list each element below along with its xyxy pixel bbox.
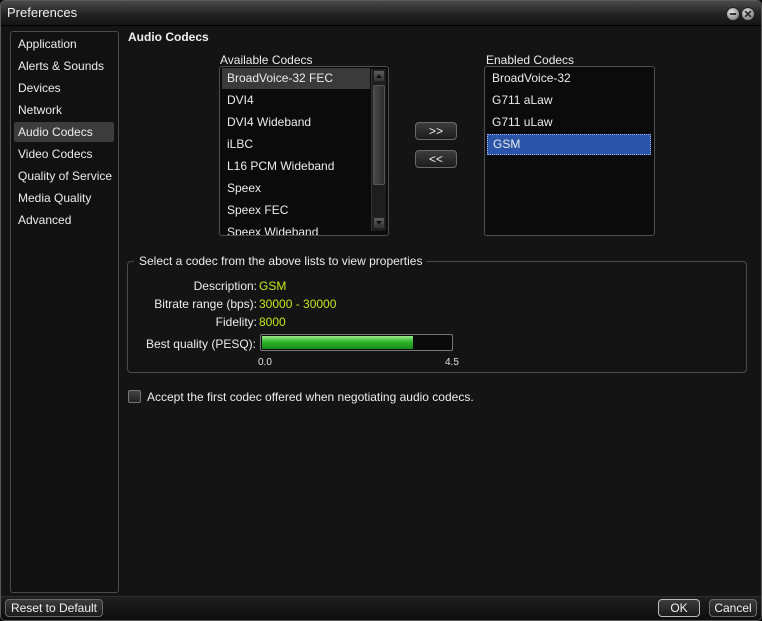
sidebar-item-advanced[interactable]: Advanced	[14, 210, 114, 230]
quality-progress-bar	[260, 334, 453, 351]
list-item[interactable]: G711 uLaw	[487, 112, 651, 133]
close-icon[interactable]	[741, 7, 755, 21]
list-item[interactable]: G711 aLaw	[487, 90, 651, 111]
window-title: Preferences	[7, 5, 78, 20]
list-item[interactable]: L16 PCM Wideband	[222, 156, 370, 177]
sidebar-item-network[interactable]: Network	[14, 100, 114, 120]
available-codecs-list[interactable]: BroadVoice-32 FEC DVI4 DVI4 Wideband iLB…	[219, 66, 389, 236]
available-codecs-caption: Available Codecs	[220, 53, 313, 67]
quality-progress-fill	[262, 336, 413, 349]
description-label: Description:	[193, 279, 257, 293]
sidebar-item-audio-codecs[interactable]: Audio Codecs	[14, 122, 114, 142]
description-value: GSM	[259, 279, 287, 293]
sidebar-item-alerts-sounds[interactable]: Alerts & Sounds	[14, 56, 114, 76]
quality-label: Best quality (PESQ):	[145, 337, 256, 351]
list-item[interactable]: DVI4	[222, 90, 370, 111]
sidebar: Application Alerts & Sounds Devices Netw…	[10, 31, 119, 593]
list-item[interactable]: DVI4 Wideband	[222, 112, 370, 133]
reset-to-default-button[interactable]: Reset to Default	[5, 599, 103, 617]
sidebar-item-video-codecs[interactable]: Video Codecs	[14, 144, 114, 164]
enabled-codecs-caption: Enabled Codecs	[486, 53, 575, 67]
list-item-selected[interactable]: GSM	[487, 134, 651, 155]
sidebar-item-devices[interactable]: Devices	[14, 78, 114, 98]
footer-bar: Reset to Default OK Cancel	[1, 596, 761, 620]
list-item[interactable]: Speex FEC	[222, 200, 370, 221]
accept-first-codec-checkbox[interactable]	[128, 390, 141, 403]
list-item[interactable]: BroadVoice-32	[487, 68, 651, 89]
minimize-icon[interactable]	[726, 7, 740, 21]
quality-scale-max: 4.5	[445, 357, 459, 368]
enabled-codecs-list[interactable]: BroadVoice-32 G711 aLaw G711 uLaw GSM	[484, 66, 655, 236]
fidelity-value: 8000	[259, 315, 286, 329]
scrollbar-thumb[interactable]	[373, 85, 385, 185]
scroll-up-icon[interactable]	[373, 70, 385, 82]
preferences-window: Preferences Application Alerts & Sounds …	[0, 0, 762, 621]
fidelity-label: Fidelity:	[215, 315, 257, 329]
list-item[interactable]: BroadVoice-32 FEC	[222, 68, 370, 89]
properties-legend: Select a codec from the above lists to v…	[134, 254, 428, 268]
cancel-button[interactable]: Cancel	[709, 599, 757, 617]
sidebar-item-media-quality[interactable]: Media Quality	[14, 188, 114, 208]
sidebar-item-application[interactable]: Application	[14, 34, 114, 54]
add-codec-button[interactable]: >>	[415, 122, 457, 140]
quality-scale-min: 0.0	[258, 357, 272, 368]
ok-button[interactable]: OK	[658, 599, 700, 617]
page-title: Audio Codecs	[128, 30, 209, 44]
accept-first-codec-label[interactable]: Accept the first codec offered when nego…	[147, 390, 474, 404]
sidebar-item-quality-of-service[interactable]: Quality of Service	[14, 166, 114, 186]
list-item[interactable]: iLBC	[222, 134, 370, 155]
available-list-scrollbar[interactable]	[371, 69, 386, 231]
bitrate-label: Bitrate range (bps):	[154, 297, 257, 311]
list-item[interactable]: Speex	[222, 178, 370, 199]
bitrate-value: 30000 - 30000	[259, 297, 337, 311]
remove-codec-button[interactable]: <<	[415, 150, 457, 168]
scroll-down-icon[interactable]	[373, 217, 385, 229]
list-item[interactable]: Speex Wideband	[222, 222, 370, 235]
title-bar[interactable]: Preferences	[1, 1, 761, 26]
